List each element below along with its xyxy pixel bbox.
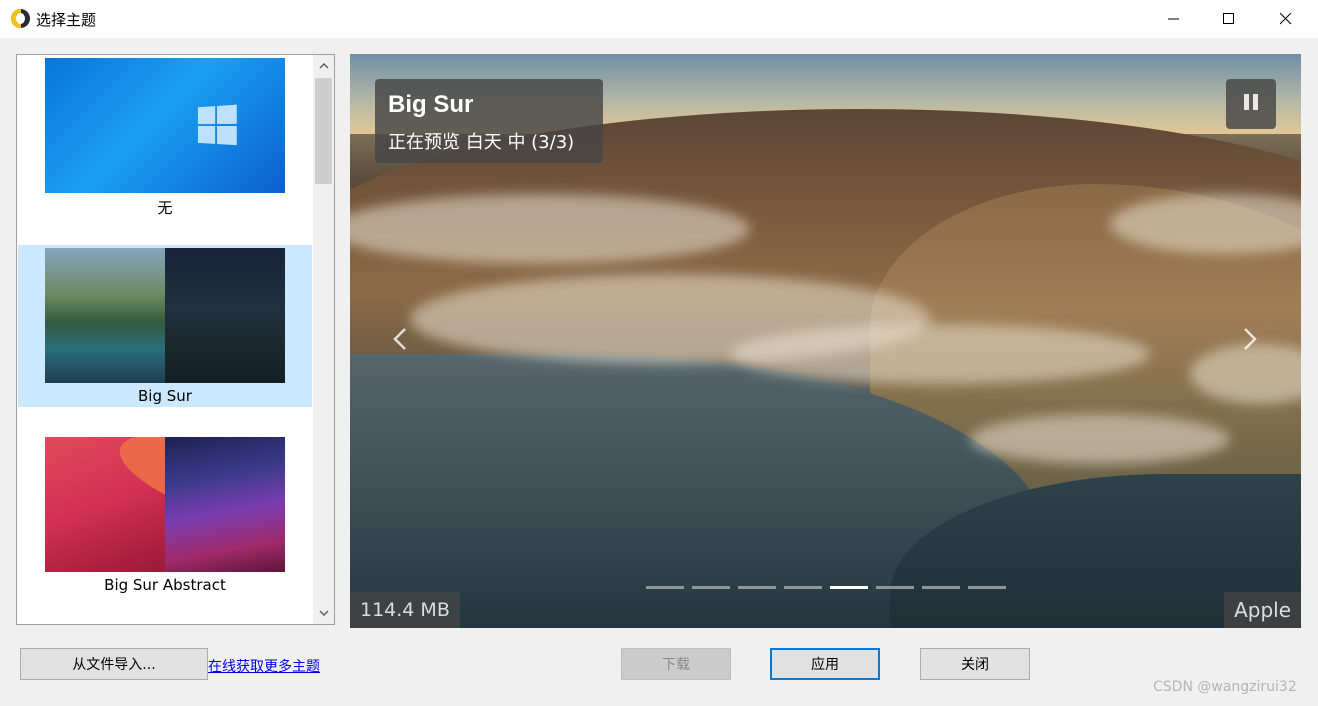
maximize-button[interactable] xyxy=(1201,0,1257,38)
download-button[interactable]: 下载 xyxy=(621,648,731,680)
night-half xyxy=(165,248,285,383)
slide-indicator[interactable] xyxy=(922,586,960,589)
get-more-themes-link[interactable]: 在线获取更多主题 xyxy=(208,656,320,676)
theme-thumbnail xyxy=(45,248,285,383)
scroll-up-button[interactable] xyxy=(313,55,334,77)
pause-icon xyxy=(1242,94,1260,114)
theme-item-none[interactable]: 无 xyxy=(18,55,312,217)
slide-indicator[interactable] xyxy=(692,586,730,589)
theme-preview: Big Sur 正在预览 白天 中 (3/3) 114.4 MB Apple xyxy=(350,54,1301,628)
chevron-right-icon xyxy=(1244,328,1257,350)
pause-button[interactable] xyxy=(1226,79,1276,129)
preview-cloud xyxy=(730,324,1150,384)
preview-status: 正在预览 白天 中 (3/3) xyxy=(388,132,575,153)
next-slide-button[interactable] xyxy=(1238,324,1262,354)
theme-item-big-sur[interactable]: Big Sur xyxy=(18,245,312,407)
slide-indicator[interactable] xyxy=(968,586,1006,589)
watermark: CSDN @wangzirui32 xyxy=(1153,679,1297,695)
chevron-down-icon xyxy=(318,610,329,616)
windows-logo-icon xyxy=(197,104,239,148)
maximize-icon xyxy=(1223,13,1234,24)
import-from-file-button[interactable]: 从文件导入... xyxy=(20,648,208,680)
slide-indicator[interactable] xyxy=(876,586,914,589)
app-icon xyxy=(11,9,30,28)
close-icon xyxy=(1280,13,1292,25)
theme-thumbnail xyxy=(45,437,285,572)
author-badge: Apple xyxy=(1224,592,1301,628)
theme-item-big-sur-abstract[interactable]: Big Sur Abstract xyxy=(18,434,312,596)
scroll-thumb[interactable] xyxy=(315,78,332,184)
slide-indicator[interactable] xyxy=(830,586,868,589)
slide-indicator[interactable] xyxy=(646,586,684,589)
theme-label: 无 xyxy=(157,199,173,217)
theme-label: Big Sur Abstract xyxy=(104,576,226,594)
download-size: 114.4 MB xyxy=(350,592,460,628)
close-window-button[interactable] xyxy=(1258,0,1314,38)
theme-thumbnail xyxy=(45,58,285,193)
title-bar: 选择主题 xyxy=(0,0,1318,38)
preview-info: Big Sur 正在预览 白天 中 (3/3) xyxy=(375,79,603,163)
preview-title: Big Sur xyxy=(388,91,474,118)
previous-slide-button[interactable] xyxy=(388,324,412,354)
theme-label: Big Sur xyxy=(138,387,192,405)
slide-indicator[interactable] xyxy=(738,586,776,589)
slide-indicator[interactable] xyxy=(784,586,822,589)
vertical-scrollbar[interactable] xyxy=(313,55,334,624)
minimize-icon xyxy=(1168,18,1179,20)
close-button[interactable]: 关闭 xyxy=(920,648,1030,680)
apply-button[interactable]: 应用 xyxy=(770,648,880,680)
window-title: 选择主题 xyxy=(36,11,97,29)
scroll-down-button[interactable] xyxy=(313,602,334,624)
theme-list[interactable]: 无 Big Sur Big Sur Abstract xyxy=(16,54,335,625)
minimize-button[interactable] xyxy=(1146,0,1202,38)
night-half xyxy=(165,437,285,572)
chevron-up-icon xyxy=(318,63,329,69)
chevron-left-icon xyxy=(393,328,406,350)
preview-cloud xyxy=(970,414,1230,464)
